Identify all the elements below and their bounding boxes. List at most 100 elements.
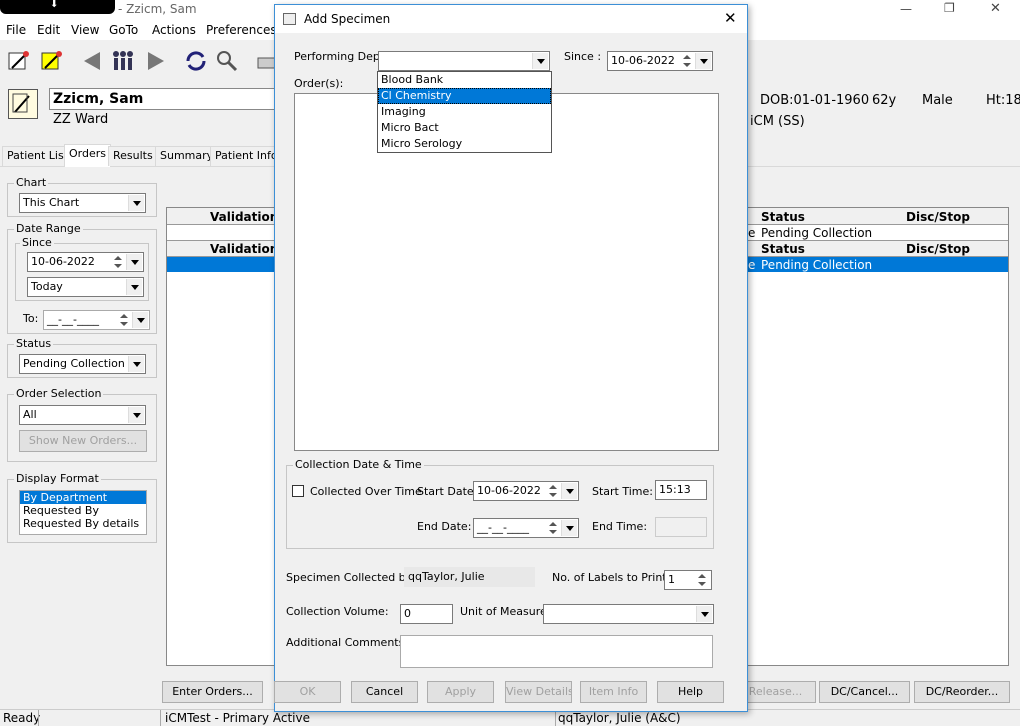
chart-select-value: This Chart — [23, 196, 80, 209]
dept-option-cl-chemistry[interactable]: Cl Chemistry — [378, 88, 551, 104]
to-date-picker[interactable]: __-__-____ — [43, 310, 150, 330]
chevron-down-icon[interactable] — [132, 312, 148, 328]
previous-icon[interactable] — [80, 48, 106, 74]
patient-note-icon[interactable] — [8, 89, 38, 119]
view-details-button[interactable]: View Details — [505, 681, 572, 703]
since-date-value: 10-06-2022 — [31, 255, 95, 268]
orders-tool-icon[interactable] — [39, 48, 65, 74]
order-selection-select[interactable]: All — [19, 405, 146, 425]
order-selection-value: All — [23, 408, 37, 421]
collected-over-time-label: Collected Over Time — [310, 485, 422, 498]
apply-button[interactable]: Apply — [427, 681, 494, 703]
row-cell-fragment: e — [748, 258, 756, 272]
release-button[interactable]: Release... — [736, 681, 816, 703]
range-select[interactable]: Today — [27, 277, 144, 297]
end-date-spin[interactable] — [546, 520, 560, 536]
item-info-button[interactable]: Item Info — [580, 681, 647, 703]
since-date-picker-dialog[interactable]: 10-06-2022 — [607, 51, 713, 71]
enter-orders-button[interactable]: Enter Orders... — [162, 681, 263, 703]
dept-option-micro-serology[interactable]: Micro Serology — [378, 136, 551, 152]
menu-edit[interactable]: Edit — [37, 22, 60, 38]
col-status-header: Status — [761, 210, 805, 224]
dept-option-blood-bank[interactable]: Blood Bank — [378, 72, 551, 88]
start-date-picker[interactable]: 10-06-2022 — [473, 481, 579, 501]
since-spin-dialog[interactable] — [680, 53, 694, 69]
menu-file[interactable]: File — [6, 22, 26, 38]
performing-dept-label: Performing Dept. — [294, 50, 388, 63]
tab-patient-info[interactable]: Patient Info — [210, 146, 283, 166]
chevron-down-icon — [532, 53, 548, 69]
labels-count-spinner[interactable]: 1 — [664, 570, 712, 590]
dc-cancel-button[interactable]: DC/Cancel... — [819, 681, 910, 703]
since-date-value-dialog: 10-06-2022 — [611, 54, 675, 67]
restore-button[interactable]: ❐ — [944, 1, 955, 15]
labels-count-label: No. of Labels to Print: — [552, 571, 671, 584]
performing-dept-dropdown[interactable]: Blood Bank Cl Chemistry Imaging Micro Ba… — [377, 71, 552, 153]
chart-select[interactable]: This Chart — [19, 193, 146, 213]
collected-over-time-checkbox[interactable] — [292, 485, 304, 497]
order-selection-label: Order Selection — [14, 387, 104, 401]
display-format-option[interactable]: Requested By — [20, 504, 146, 517]
ok-button[interactable]: OK — [274, 681, 341, 703]
status-select[interactable]: Pending Collection — [19, 354, 146, 374]
menu-preferences[interactable]: Preferences — [206, 22, 277, 38]
start-time-field[interactable]: 15:13 — [655, 480, 707, 500]
chevron-down-icon[interactable] — [695, 53, 711, 69]
close-window-button[interactable]: ✕ — [990, 1, 1001, 16]
patient-height: Ht:185 — [986, 93, 1020, 108]
start-time-label: Start Time: — [592, 485, 653, 498]
start-date-spin[interactable] — [546, 483, 560, 499]
patient-tool-icon[interactable] — [6, 48, 32, 74]
menu-view[interactable]: View — [71, 22, 99, 38]
start-date-value: 10-06-2022 — [477, 484, 541, 497]
since-date-picker[interactable]: 10-06-2022 — [27, 252, 144, 272]
chevron-down-icon[interactable] — [561, 520, 577, 536]
additional-comments-field[interactable] — [400, 635, 713, 668]
tab-patient-list[interactable]: Patient List — [2, 146, 74, 166]
menu-goto[interactable]: GoTo — [109, 22, 138, 38]
performing-dept-select[interactable] — [378, 51, 550, 71]
cancel-button[interactable]: Cancel — [351, 681, 418, 703]
start-date-label: Start Date: — [417, 485, 478, 498]
chevron-down-icon — [128, 407, 144, 423]
dept-option-micro-bact[interactable]: Micro Bact — [378, 120, 551, 136]
tab-orders[interactable]: Orders — [64, 144, 111, 167]
status-divider — [160, 710, 161, 726]
status-ready: Ready — [3, 711, 41, 725]
end-time-field[interactable] — [655, 517, 707, 537]
chevron-down-icon[interactable] — [561, 483, 577, 499]
since-date-spin[interactable] — [111, 254, 125, 270]
show-new-orders-button[interactable]: Show New Orders... — [19, 430, 147, 452]
collection-volume-field[interactable]: 0 — [400, 604, 453, 624]
patient-sex: Male — [922, 93, 953, 108]
next-icon[interactable] — [142, 48, 168, 74]
unit-of-measure-label: Unit of Measure: — [460, 605, 551, 618]
col-validation-header: Validation — [210, 210, 279, 224]
tab-summary[interactable]: Summary — [155, 146, 219, 166]
end-date-picker[interactable]: __-__-____ — [473, 518, 579, 538]
range-select-value: Today — [31, 280, 63, 293]
down-arrow-icon: ⬇ — [50, 0, 59, 10]
display-format-option[interactable]: Requested By details — [20, 517, 146, 530]
minimize-button[interactable]: — — [900, 2, 912, 16]
close-icon[interactable]: ✕ — [724, 10, 737, 26]
tab-results[interactable]: Results — [108, 146, 158, 166]
to-label: To: — [23, 312, 39, 325]
search-patient-icon[interactable] — [214, 48, 240, 74]
to-date-spin[interactable] — [117, 312, 131, 328]
display-format-list[interactable]: By Department Requested By Requested By … — [19, 490, 147, 535]
chevron-down-icon[interactable] — [126, 254, 142, 270]
refresh-icon[interactable] — [183, 48, 209, 74]
end-time-label: End Time: — [592, 520, 648, 533]
labels-count-spin[interactable] — [695, 572, 709, 588]
menu-actions[interactable]: Actions — [152, 22, 196, 38]
dept-option-imaging[interactable]: Imaging — [378, 104, 551, 120]
people-icon[interactable] — [110, 48, 136, 74]
display-format-option[interactable]: By Department — [20, 491, 146, 504]
help-button[interactable]: Help — [657, 681, 724, 703]
dc-reorder-button[interactable]: DC/Reorder... — [914, 681, 1010, 703]
collected-by-field: qqTaylor, Julie — [404, 567, 535, 587]
patient-dob: DOB:01-01-1960 — [760, 93, 870, 108]
unit-of-measure-select[interactable] — [543, 604, 714, 624]
status-select-value: Pending Collection — [23, 357, 125, 370]
